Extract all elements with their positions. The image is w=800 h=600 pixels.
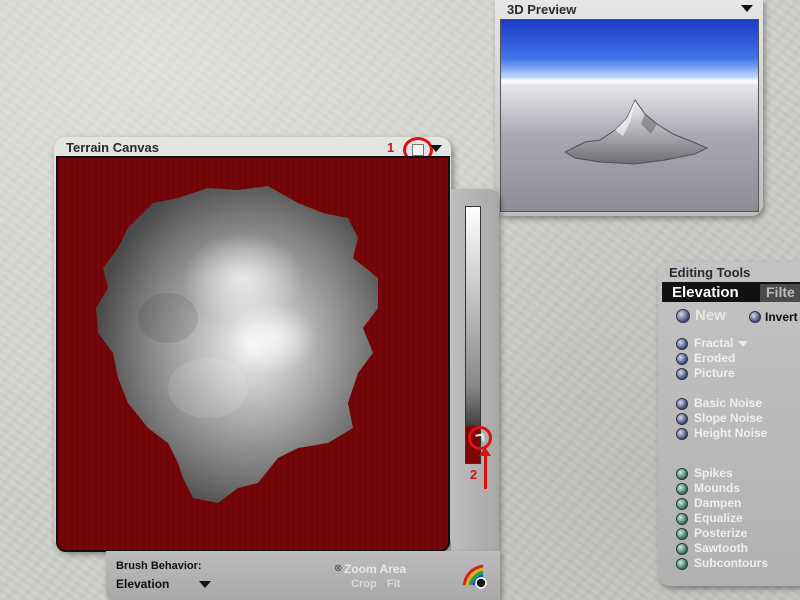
tool-height-noise[interactable]: Height Noise — [694, 426, 767, 440]
annotation-marker-1: 1 — [387, 140, 395, 155]
tool-basic-noise[interactable]: Basic Noise — [694, 396, 762, 410]
tool-picture[interactable]: Picture — [694, 366, 735, 380]
editing-tools-panel: Editing Tools Elevation Filte New Invert… — [658, 262, 800, 586]
height-noise-radio-icon[interactable] — [676, 428, 688, 440]
new-button[interactable]: New — [695, 307, 726, 324]
tool-posterize[interactable]: Posterize — [694, 526, 747, 540]
dampen-radio-icon[interactable] — [676, 498, 688, 510]
mountain-render — [563, 98, 709, 165]
preview-menu-arrow-icon[interactable] — [741, 5, 753, 12]
tools-tab-bar: Elevation Filte — [662, 282, 800, 302]
3d-preview-panel: 3D Preview — [495, 0, 763, 216]
annotation-marker-2: 2 — [470, 467, 478, 482]
subcontours-radio-icon[interactable] — [676, 558, 688, 570]
tools-title: Editing Tools — [669, 265, 751, 280]
tab-elevation[interactable]: Elevation — [666, 284, 745, 302]
terrain-canvas[interactable] — [56, 156, 450, 552]
slope-noise-radio-icon[interactable] — [676, 413, 688, 425]
tool-equalize[interactable]: Equalize — [694, 511, 743, 525]
tool-dampen[interactable]: Dampen — [694, 496, 741, 510]
terrain-heightmap — [96, 186, 378, 503]
terrain-canvas-panel: Terrain Canvas 1 — [54, 137, 451, 552]
tool-eroded[interactable]: Eroded — [694, 351, 735, 365]
tab-filters[interactable]: Filte — [760, 284, 800, 302]
tool-mounds[interactable]: Mounds — [694, 481, 740, 495]
brush-behavior-bar: Brush Behavior: Elevation ⊗ Zoom Area Cr… — [106, 551, 500, 600]
basic-noise-radio-icon[interactable] — [676, 398, 688, 410]
sawtooth-radio-icon[interactable] — [676, 543, 688, 555]
mounds-radio-icon[interactable] — [676, 483, 688, 495]
elevation-slider-panel: 2 — [451, 189, 499, 551]
picture-radio-icon[interactable] — [676, 368, 688, 380]
invert-radio-icon[interactable] — [749, 311, 761, 323]
posterize-radio-icon[interactable] — [676, 528, 688, 540]
tool-spikes[interactable]: Spikes — [694, 466, 733, 480]
zoom-area-button[interactable]: Zoom Area — [334, 562, 406, 576]
color-picker-icon[interactable] — [461, 563, 487, 589]
brush-behavior-arrow-icon[interactable] — [199, 581, 211, 588]
crop-button[interactable]: Crop — [351, 578, 377, 590]
preview-title: 3D Preview — [507, 2, 577, 17]
tool-subcontours[interactable]: Subcontours — [694, 556, 768, 570]
spikes-radio-icon[interactable] — [676, 468, 688, 480]
canvas-title: Terrain Canvas — [66, 140, 159, 155]
fractal-menu-arrow-icon[interactable] — [738, 341, 748, 347]
tool-fractal[interactable]: Fractal — [694, 336, 733, 350]
invert-button[interactable]: Invert — [765, 310, 798, 324]
tool-slope-noise[interactable]: Slope Noise — [694, 411, 763, 425]
equalize-radio-icon[interactable] — [676, 513, 688, 525]
brush-behavior-select[interactable]: Elevation — [116, 577, 169, 591]
fit-button[interactable]: Fit — [387, 578, 400, 590]
annotation-arrow — [479, 447, 491, 489]
brush-behavior-label: Brush Behavior: — [116, 560, 202, 572]
fractal-radio-icon[interactable] — [676, 338, 688, 350]
tool-sawtooth[interactable]: Sawtooth — [694, 541, 748, 555]
canvas-menu-arrow-icon[interactable] — [430, 145, 442, 152]
preview-viewport[interactable] — [500, 19, 759, 212]
eroded-radio-icon[interactable] — [676, 353, 688, 365]
new-radio-icon[interactable] — [676, 309, 690, 323]
